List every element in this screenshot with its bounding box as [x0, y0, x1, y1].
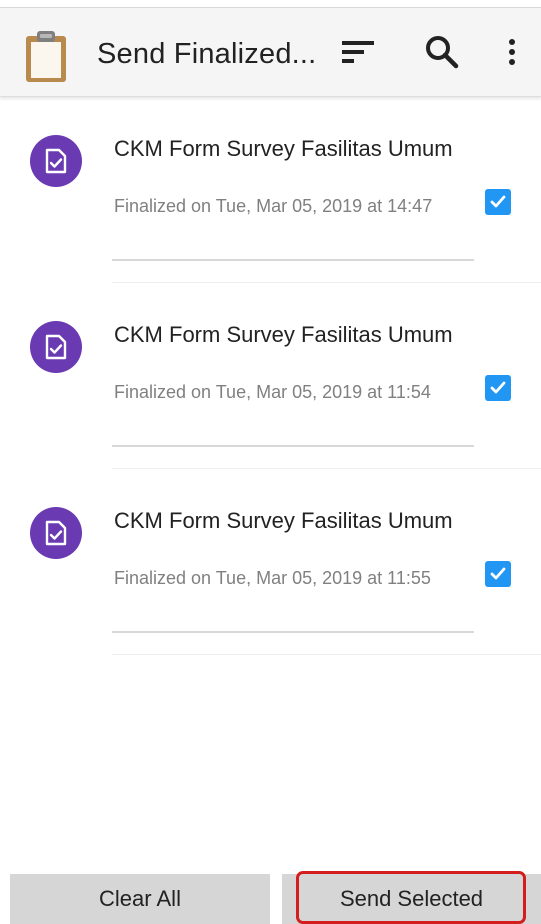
finalized-timestamp: Finalized on Tue, Mar 05, 2019 at 11:55	[114, 568, 431, 588]
search-button[interactable]	[418, 30, 466, 78]
form-check-icon	[30, 321, 82, 373]
sort-icon	[340, 37, 376, 72]
list-item[interactable]: CKM Form Survey Fasilitas Umum Finalized…	[0, 283, 541, 469]
form-check-icon	[30, 507, 82, 559]
select-checkbox[interactable]	[485, 561, 511, 587]
form-check-icon	[30, 135, 82, 187]
bottom-action-bar: Clear All Send Selected	[0, 866, 541, 924]
clipboard-icon	[22, 28, 70, 84]
select-checkbox[interactable]	[485, 189, 511, 215]
list-item[interactable]: CKM Form Survey Fasilitas Umum Finalized…	[0, 469, 541, 655]
finalized-forms-list: CKM Form Survey Fasilitas Umum Finalized…	[0, 97, 541, 655]
row-divider	[112, 654, 541, 655]
sort-button[interactable]	[334, 30, 382, 78]
form-title: CKM Form Survey Fasilitas Umum	[114, 322, 453, 347]
page-title: Send Finalized...	[97, 38, 317, 70]
status-strip	[0, 0, 541, 8]
list-item[interactable]: CKM Form Survey Fasilitas Umum Finalized…	[0, 97, 541, 283]
search-icon	[425, 35, 459, 74]
form-title: CKM Form Survey Fasilitas Umum	[114, 136, 453, 161]
finalized-timestamp: Finalized on Tue, Mar 05, 2019 at 14:47	[114, 196, 433, 216]
progress-divider	[112, 631, 474, 633]
more-vert-icon	[508, 38, 516, 71]
progress-divider	[112, 259, 474, 261]
app-toolbar: Send Finalized...	[0, 8, 541, 97]
progress-divider	[112, 445, 474, 447]
select-checkbox[interactable]	[485, 375, 511, 401]
finalized-timestamp: Finalized on Tue, Mar 05, 2019 at 11:54	[114, 382, 431, 402]
clear-all-button[interactable]: Clear All	[10, 874, 270, 924]
send-selected-button[interactable]: Send Selected	[282, 874, 541, 924]
more-options-button[interactable]	[488, 30, 536, 78]
form-title: CKM Form Survey Fasilitas Umum	[114, 508, 453, 533]
